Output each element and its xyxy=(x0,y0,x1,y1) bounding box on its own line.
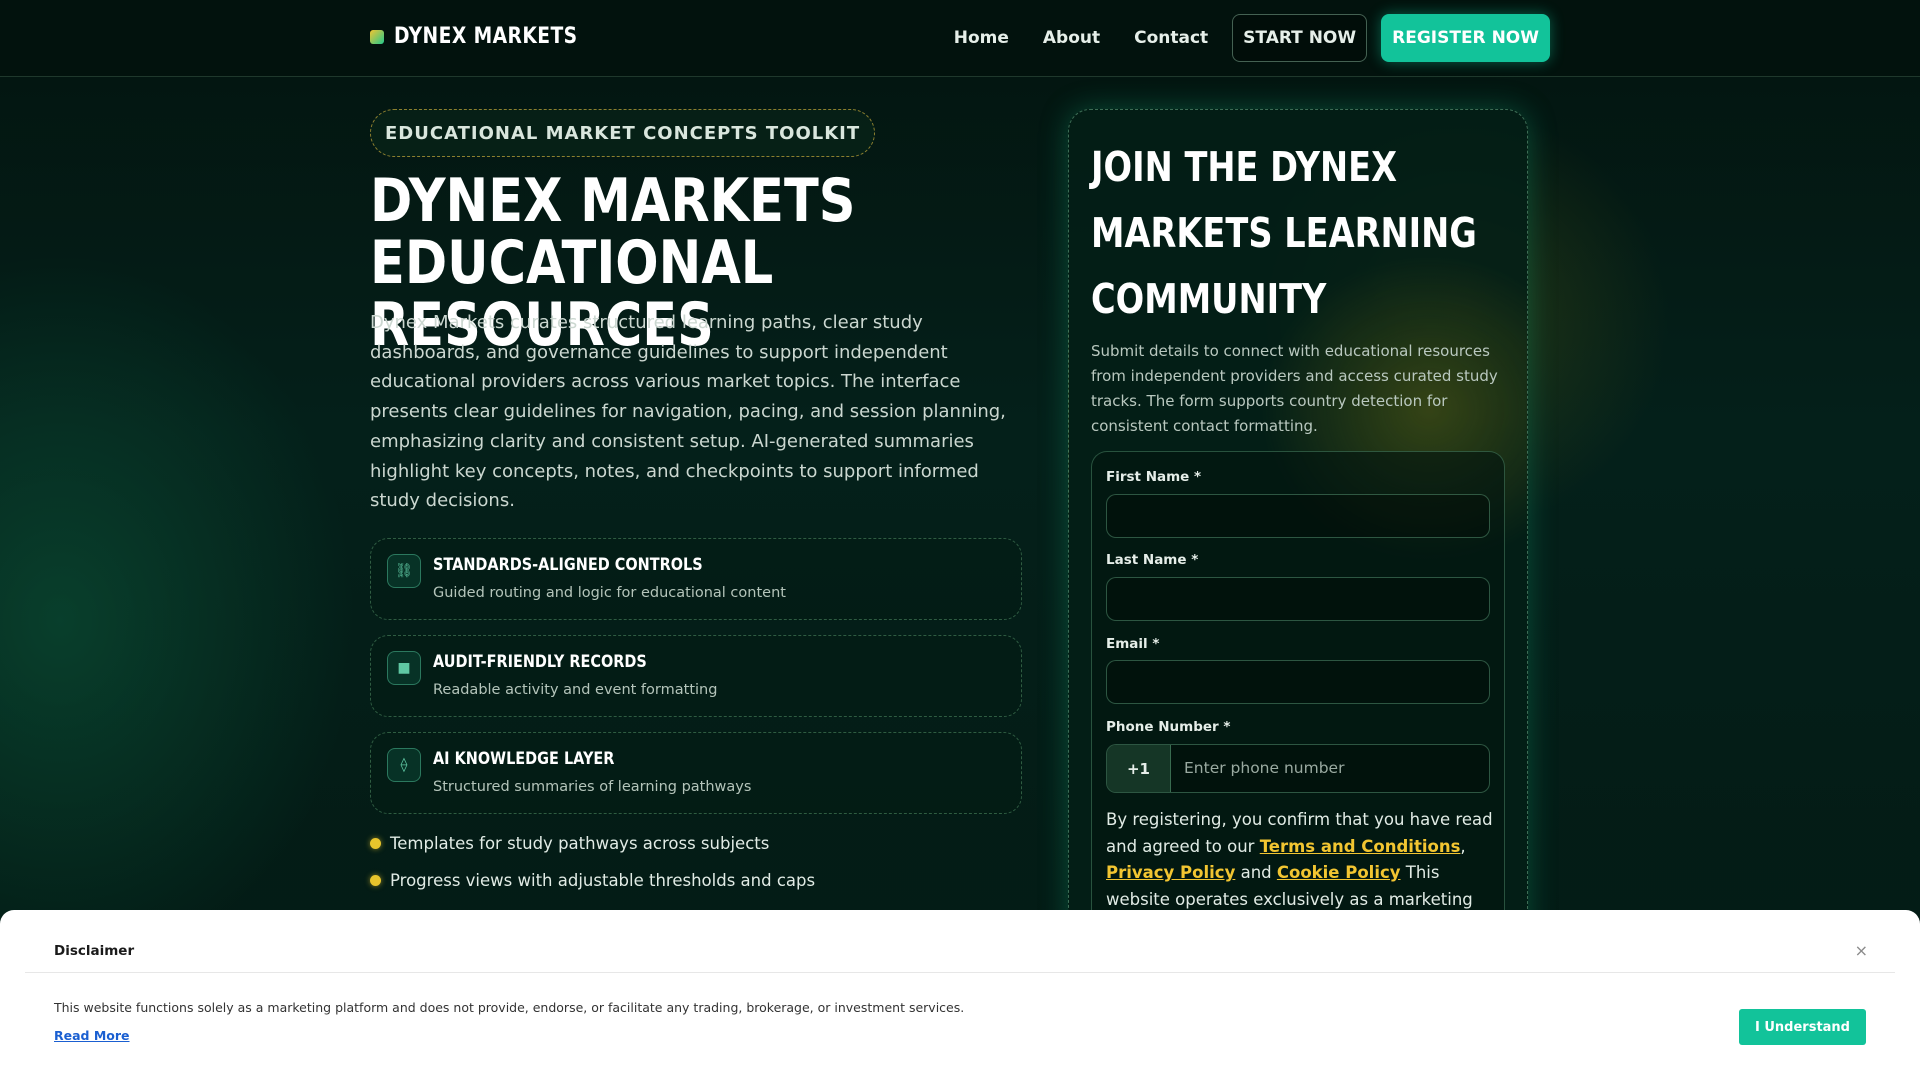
email-label: Email * xyxy=(1106,636,1160,652)
hero-description: Dynex Markets curates structured learnin… xyxy=(370,312,1006,512)
feature-title: STANDARDS-ALIGNED CONTROLS xyxy=(433,555,703,575)
bullet-dot-icon xyxy=(370,875,381,886)
brand-logo[interactable]: DYNEX MARKETS xyxy=(370,24,610,49)
last-name-label: Last Name * xyxy=(1106,552,1199,568)
feature-card-audit: ■ AUDIT-FRIENDLY RECORDS Readable activi… xyxy=(370,635,1022,717)
nav-about[interactable]: About xyxy=(1043,28,1100,48)
signup-title: JOIN THE DYNEX MARKETS LEARNING COMMUNIT… xyxy=(1091,134,1485,332)
feature-card-standards: ⛓ STANDARDS-ALIGNED CONTROLS Guided rout… xyxy=(370,538,1022,620)
start-now-button[interactable]: START NOW xyxy=(1232,14,1368,62)
signup-title-line-1: JOIN THE DYNEX xyxy=(1091,143,1398,191)
bullet-item: Progress views with adjustable threshold… xyxy=(370,871,815,890)
brand-name: DYNEX MARKETS xyxy=(394,24,578,49)
consent-text: By registering, you confirm that you hav… xyxy=(1106,807,1498,913)
feature-description: Guided routing and logic for educational… xyxy=(433,585,786,601)
first-name-input[interactable] xyxy=(1106,494,1490,538)
disclaimer-text: This website functions solely as a marke… xyxy=(54,1000,965,1015)
feature-title: AUDIT-FRIENDLY RECORDS xyxy=(433,652,647,672)
bullet-dot-icon xyxy=(370,838,381,849)
country-code-select[interactable]: +1 xyxy=(1107,745,1171,792)
read-more-link[interactable]: Read More xyxy=(54,1028,130,1043)
main-nav: Home About Contact START NOW REGISTER NO… xyxy=(954,14,1550,62)
first-name-label: First Name * xyxy=(1106,469,1202,485)
phone-label: Phone Number * xyxy=(1106,719,1231,735)
hero-badge: EDUCATIONAL MARKET CONCEPTS TOOLKIT xyxy=(370,109,876,157)
email-input[interactable] xyxy=(1106,660,1490,704)
signup-title-line-2: MARKETS LEARNING xyxy=(1091,209,1477,257)
ethereum-icon: ⟠ xyxy=(387,748,421,782)
hero-title-line-1: DYNEX MARKETS xyxy=(370,166,856,236)
feature-description: Readable activity and event formatting xyxy=(433,682,718,698)
bullet-text: Templates for study pathways across subj… xyxy=(390,834,770,853)
phone-input[interactable]: Enter phone number xyxy=(1184,759,1344,777)
feature-description: Structured summaries of learning pathway… xyxy=(433,779,752,795)
i-understand-button[interactable]: I Understand xyxy=(1739,1009,1866,1045)
feature-title: AI KNOWLEDGE LAYER xyxy=(433,749,615,769)
phone-field: +1 Enter phone number xyxy=(1106,744,1490,793)
privacy-link[interactable]: Privacy Policy xyxy=(1106,863,1235,882)
terms-link[interactable]: Terms and Conditions xyxy=(1260,837,1461,856)
consent-comma: , xyxy=(1460,836,1466,856)
close-icon[interactable]: × xyxy=(1855,941,1868,960)
signup-form: First Name * Last Name * Email * Phone N… xyxy=(1091,451,1505,971)
disclaimer-title: Disclaimer xyxy=(54,943,135,959)
bullet-item: Templates for study pathways across subj… xyxy=(370,834,769,853)
link-icon: ⛓ xyxy=(387,554,421,588)
consent-and: and xyxy=(1235,863,1277,882)
square-icon: ■ xyxy=(387,651,421,685)
divider xyxy=(25,972,1895,973)
cookie-link[interactable]: Cookie Policy xyxy=(1277,863,1401,882)
nav-contact[interactable]: Contact xyxy=(1134,28,1208,48)
site-header: DYNEX MARKETS Home About Contact START N… xyxy=(0,0,1920,77)
register-now-button[interactable]: REGISTER NOW xyxy=(1381,14,1550,62)
disclaimer-banner: Disclaimer × This website functions sole… xyxy=(0,910,1920,1080)
signup-card: JOIN THE DYNEX MARKETS LEARNING COMMUNIT… xyxy=(1068,109,1528,971)
last-name-input[interactable] xyxy=(1106,577,1490,621)
logo-mark-icon xyxy=(370,29,384,44)
nav-home[interactable]: Home xyxy=(954,28,1009,48)
bullet-text: Progress views with adjustable threshold… xyxy=(390,871,816,890)
signup-title-line-3: COMMUNITY xyxy=(1091,275,1327,323)
feature-card-ai: ⟠ AI KNOWLEDGE LAYER Structured summarie… xyxy=(370,732,1022,814)
signup-description: Submit details to connect with education… xyxy=(1091,342,1498,435)
